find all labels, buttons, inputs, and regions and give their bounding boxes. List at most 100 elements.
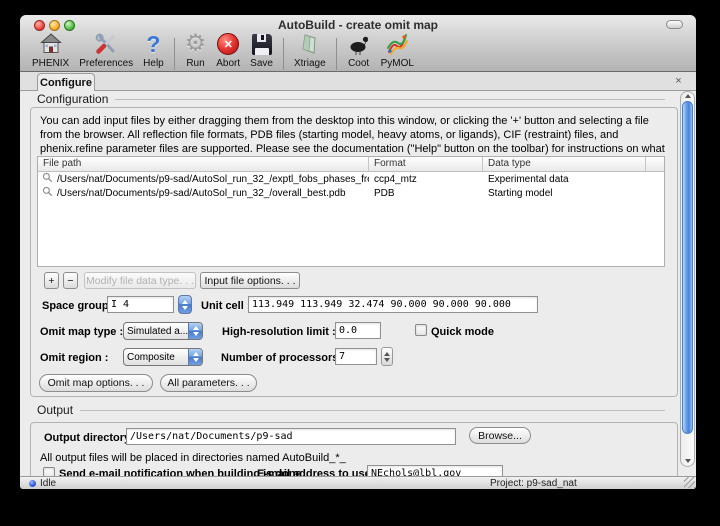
omit-map-type-label: Omit map type :	[40, 326, 123, 338]
autobuild-window: AutoBuild - create omit map PHENIX	[20, 15, 696, 489]
configure-panel-content: Configuration You can add input files by…	[20, 91, 680, 476]
unit-cell-label: Unit cell :	[201, 300, 251, 312]
vertical-scrollbar[interactable]	[680, 91, 695, 467]
section-divider-line	[80, 410, 665, 411]
toolbar-separator	[174, 38, 175, 70]
toolbar-label: PyMOL	[381, 58, 414, 69]
modify-file-data-type-button[interactable]: Modify file data type. . .	[84, 272, 196, 289]
configuration-section-header: Configuration	[37, 92, 665, 106]
scroll-down-icon[interactable]	[681, 459, 694, 463]
format-cell: PDB	[369, 188, 483, 199]
toolbar-label: Xtriage	[294, 58, 326, 69]
toolbar-button-save[interactable]: Save	[250, 31, 273, 69]
tab-configure[interactable]: Configure	[37, 73, 95, 91]
status-text: Idle	[40, 477, 56, 489]
toolbar-button-pymol[interactable]: PyMOL	[381, 31, 414, 69]
data-type-cell: Starting model	[483, 188, 646, 199]
number-of-processors-spinner[interactable]	[381, 347, 393, 366]
table-row[interactable]: /Users/nat/Documents/p9-sad/AutoSol_run_…	[38, 172, 664, 186]
preferences-tools-icon	[94, 31, 118, 57]
toolbar-label: Coot	[348, 58, 369, 69]
input-files-table[interactable]: File path Format Data type /Users/nat/Do…	[37, 156, 665, 267]
number-of-processors-input[interactable]	[335, 348, 377, 365]
output-section-header: Output	[37, 403, 665, 417]
toolbar-label: Abort	[216, 58, 240, 69]
email-notification-checkbox[interactable]	[43, 467, 55, 476]
resize-grip[interactable]	[684, 477, 695, 488]
remove-file-button[interactable]: −	[63, 272, 78, 289]
unit-cell-input[interactable]	[248, 296, 538, 313]
toolbar-label: Help	[143, 58, 164, 69]
toolbar-label: Preferences	[79, 58, 133, 69]
toolbar-button-run[interactable]: ⚙ Run	[185, 31, 207, 69]
data-type-cell: Experimental data	[483, 174, 646, 185]
scroll-up-icon[interactable]	[681, 94, 694, 98]
toolbar-button-phenix[interactable]: PHENIX	[32, 31, 69, 69]
table-row[interactable]: /Users/nat/Documents/p9-sad/AutoSol_run_…	[38, 186, 664, 200]
output-directories-note: All output files will be placed in direc…	[40, 452, 346, 464]
close-tab-icon[interactable]: ×	[672, 75, 685, 88]
high-resolution-limit-input[interactable]	[335, 322, 381, 339]
toolbar-button-help[interactable]: ? Help	[143, 31, 164, 69]
tab-strip: Configure ×	[20, 72, 696, 91]
omit-region-dropdown[interactable]: Composite	[123, 348, 203, 366]
toolbar: PHENIX Preferences ? Help ⚙	[20, 35, 696, 72]
toolbar-toggle-button[interactable]	[666, 20, 683, 29]
column-header-file-path[interactable]: File path	[38, 157, 369, 171]
toolbar-label: PHENIX	[32, 58, 69, 69]
output-directory-label: Output directory :	[44, 432, 137, 444]
project-label: Project: p9-sad_nat	[490, 477, 577, 489]
add-file-button[interactable]: +	[44, 272, 59, 289]
column-header-format[interactable]: Format	[369, 157, 483, 171]
magnifier-icon	[42, 172, 53, 186]
omit-map-type-value: Simulated a...	[124, 326, 188, 337]
window-chrome: AutoBuild - create omit map PHENIX	[20, 15, 696, 72]
table-header-spacer	[646, 157, 664, 171]
xtriage-crystal-icon	[298, 31, 322, 57]
configuration-section-title: Configuration	[37, 92, 108, 106]
pymol-ribbon-icon	[385, 31, 409, 57]
email-address-label: E-mail address to use :	[257, 468, 377, 476]
toolbar-label: Run	[186, 58, 204, 69]
coot-bird-icon	[347, 31, 371, 57]
email-address-input[interactable]	[367, 465, 503, 476]
file-path-cell: /Users/nat/Documents/p9-sad/AutoSol_run_…	[57, 174, 369, 185]
number-of-processors-label: Number of processors :	[221, 352, 345, 364]
status-bar: Idle Project: p9-sad_nat	[20, 476, 696, 489]
omit-map-options-button[interactable]: Omit map options. . .	[39, 374, 153, 392]
toolbar-button-xtriage[interactable]: Xtriage	[294, 31, 326, 69]
toolbar-label: Save	[250, 58, 273, 69]
space-group-input[interactable]	[107, 296, 174, 313]
space-group-label: Space group :	[42, 300, 115, 312]
section-divider-line	[115, 99, 665, 100]
output-section-title: Output	[37, 403, 73, 417]
omit-region-label: Omit region :	[40, 352, 108, 364]
toolbar-button-coot[interactable]: Coot	[347, 31, 371, 69]
column-header-data-type[interactable]: Data type	[483, 157, 646, 171]
help-question-icon: ?	[146, 31, 160, 57]
scrollbar-thumb[interactable]	[682, 101, 693, 434]
phenix-home-icon	[39, 31, 63, 57]
toolbar-button-preferences[interactable]: Preferences	[79, 31, 133, 69]
file-path-cell: /Users/nat/Documents/p9-sad/AutoSol_run_…	[57, 188, 346, 199]
magnifier-icon	[42, 186, 53, 200]
toolbar-button-abort[interactable]: ✕ Abort	[216, 31, 240, 69]
format-cell: ccp4_mtz	[369, 174, 483, 185]
dropdown-stepper-icon	[188, 323, 202, 339]
quick-mode-checkbox[interactable]	[415, 324, 427, 336]
quick-mode-label: Quick mode	[431, 326, 494, 338]
high-resolution-limit-label: High-resolution limit :	[222, 326, 336, 338]
browse-button[interactable]: Browse...	[469, 427, 531, 444]
run-gear-icon: ⚙	[185, 31, 207, 57]
space-group-stepper[interactable]	[178, 295, 192, 314]
omit-region-value: Composite	[124, 352, 188, 363]
output-directory-input[interactable]	[126, 428, 456, 445]
status-indicator-icon	[29, 480, 36, 487]
table-header-row: File path Format Data type	[38, 157, 664, 172]
omit-map-type-dropdown[interactable]: Simulated a...	[123, 322, 203, 340]
abort-icon: ✕	[217, 31, 239, 57]
input-file-options-button[interactable]: Input file options. . .	[200, 272, 300, 289]
toolbar-separator	[336, 38, 337, 70]
all-parameters-button[interactable]: All parameters. . .	[160, 374, 257, 392]
save-floppy-icon	[252, 31, 272, 57]
